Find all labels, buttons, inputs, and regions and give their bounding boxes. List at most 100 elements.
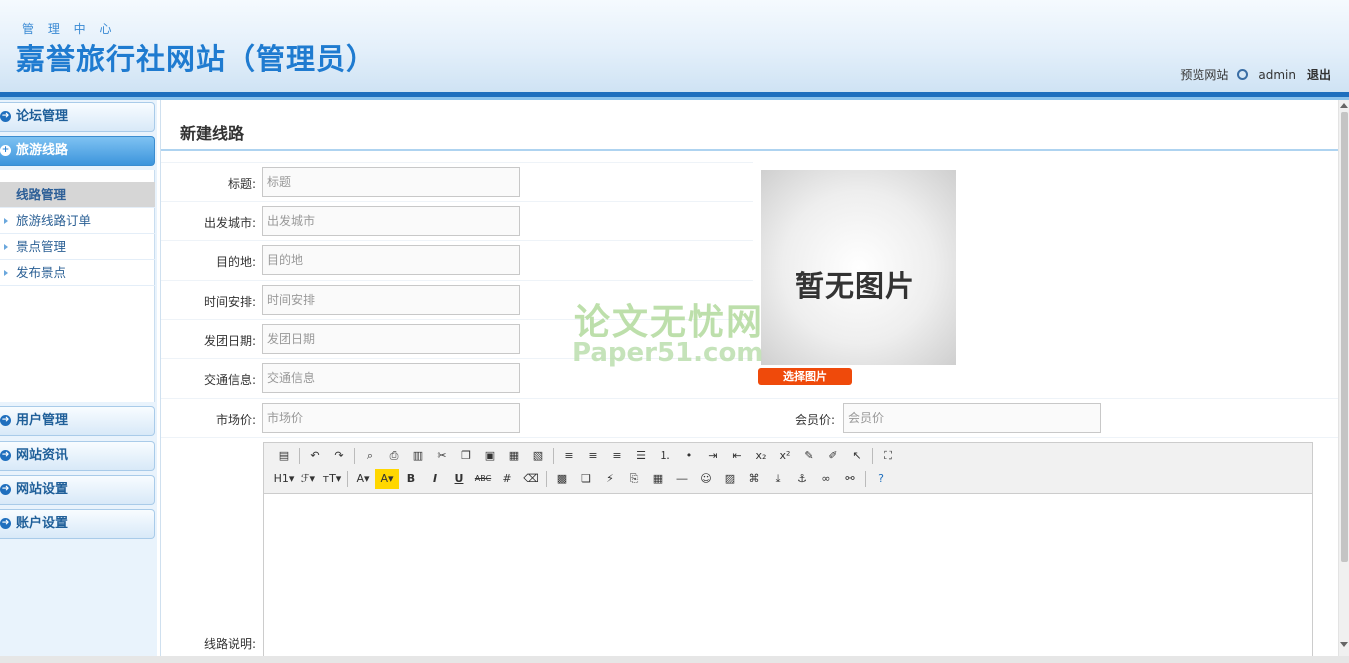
- sidebar-group-routes[interactable]: + 旅游线路: [0, 136, 155, 166]
- table-icon[interactable]: ▦: [646, 469, 670, 489]
- copy-icon[interactable]: ❐: [454, 446, 478, 466]
- sidebar-group-label: 网站设置: [16, 482, 69, 497]
- member-price-input[interactable]: 会员价: [843, 403, 1101, 433]
- sidebar-item-label: 发布景点: [16, 265, 67, 280]
- bullet-icon: [4, 218, 8, 224]
- anchor-icon[interactable]: ⚓: [790, 469, 814, 489]
- clear-format-icon[interactable]: ✎: [797, 446, 821, 466]
- underline-icon[interactable]: U: [447, 469, 471, 489]
- flash-icon[interactable]: ⚡: [598, 469, 622, 489]
- choose-image-button[interactable]: 选择图片: [758, 368, 852, 385]
- sidebar-group-label: 论坛管理: [16, 109, 69, 124]
- toolbar-separator: [299, 448, 300, 464]
- indent-icon[interactable]: ⇥: [701, 446, 725, 466]
- arrow-circle-icon: ➜: [0, 518, 11, 529]
- bold-icon[interactable]: B: [399, 469, 423, 489]
- watermark-url: Paper51.com: [572, 338, 764, 368]
- title-input[interactable]: 标题: [262, 167, 520, 197]
- username: admin: [1258, 67, 1296, 82]
- departure-date-input[interactable]: 发团日期: [262, 324, 520, 354]
- font-size-icon[interactable]: тT▾: [320, 469, 344, 489]
- arrow-circle-icon: ➜: [0, 415, 11, 426]
- sidebar-group-users[interactable]: ➜ 用户管理: [0, 406, 155, 436]
- sidebar-item-label: 旅游线路订单: [16, 213, 92, 228]
- code-icon[interactable]: ⌘: [742, 469, 766, 489]
- departure-city-label: 出发城市:: [203, 216, 256, 230]
- sidebar-item-route-orders[interactable]: 旅游线路订单: [0, 208, 155, 234]
- vertical-scrollbar[interactable]: [1338, 100, 1349, 663]
- no-image-text: 暂无图片: [795, 269, 916, 303]
- unordered-list-icon[interactable]: •: [677, 446, 701, 466]
- destination-input[interactable]: 目的地: [262, 245, 520, 275]
- outdent-icon[interactable]: ⇤: [725, 446, 749, 466]
- sidebar-item-route-management[interactable]: 线路管理: [0, 182, 155, 208]
- subscript-icon[interactable]: x₂: [749, 446, 773, 466]
- transport-input[interactable]: 交通信息: [262, 363, 520, 393]
- sidebar-item-attractions[interactable]: 景点管理: [0, 234, 155, 260]
- print-icon[interactable]: ⎙: [382, 446, 406, 466]
- select-all-icon[interactable]: ✐: [821, 446, 845, 466]
- template-icon[interactable]: ▥: [406, 446, 430, 466]
- superscript-icon[interactable]: x²: [773, 446, 797, 466]
- preview-icon[interactable]: ⌕: [358, 446, 382, 466]
- horizontal-scrollbar[interactable]: [0, 656, 1349, 663]
- font-color-icon[interactable]: A▾: [351, 469, 375, 489]
- toolbar-separator: [553, 448, 554, 464]
- select-icon[interactable]: ↖: [845, 446, 869, 466]
- sidebar-item-publish-attraction[interactable]: 发布景点: [0, 260, 155, 286]
- departure-date-label: 发团日期:: [203, 334, 256, 348]
- unlink-icon[interactable]: ⚯: [838, 469, 862, 489]
- emoticon-icon[interactable]: ☺: [694, 469, 718, 489]
- header: 管 理 中 心 嘉誉旅行社网站（管理员） 预览网站 admin 退出: [0, 0, 1349, 92]
- sidebar-item-label: 线路管理: [16, 187, 67, 202]
- align-center-icon[interactable]: ≡: [581, 446, 605, 466]
- departure-city-input[interactable]: 出发城市: [262, 206, 520, 236]
- market-price-input[interactable]: 市场价: [262, 403, 520, 433]
- image-icon[interactable]: ▩: [550, 469, 574, 489]
- line-height-icon[interactable]: #: [495, 469, 519, 489]
- paste-icon[interactable]: ▣: [478, 446, 502, 466]
- row-divider: [161, 201, 753, 202]
- scroll-down-icon[interactable]: [1340, 642, 1348, 647]
- ordered-list-icon[interactable]: ⒈: [653, 446, 677, 466]
- sidebar-group-forum[interactable]: ➜ 论坛管理: [0, 102, 155, 132]
- paste-text-icon[interactable]: ▦: [502, 446, 526, 466]
- multi-image-icon[interactable]: ❏: [574, 469, 598, 489]
- sidebar-group-account[interactable]: ➜ 账户设置: [0, 509, 155, 539]
- sidebar-group-news[interactable]: ➜ 网站资讯: [0, 441, 155, 471]
- source-icon[interactable]: ▤: [272, 446, 296, 466]
- eraser-icon[interactable]: ⌫: [519, 469, 543, 489]
- hr-icon[interactable]: ―: [670, 469, 694, 489]
- page-break-icon[interactable]: ⤓: [766, 469, 790, 489]
- scroll-thumb[interactable]: [1341, 112, 1348, 562]
- sidebar-group-site-settings[interactable]: ➜ 网站设置: [0, 475, 155, 505]
- attachment-icon[interactable]: ⎘: [622, 469, 646, 489]
- sidebar-group-label: 网站资讯: [16, 448, 69, 463]
- heading-icon[interactable]: H1▾: [272, 469, 296, 489]
- link-icon[interactable]: ∞: [814, 469, 838, 489]
- redo-icon[interactable]: ↷: [327, 446, 351, 466]
- scroll-up-icon[interactable]: [1340, 103, 1348, 108]
- map-icon[interactable]: ▨: [718, 469, 742, 489]
- schedule-input[interactable]: 时间安排: [262, 285, 520, 315]
- fullscreen-icon[interactable]: ⛶: [876, 446, 900, 466]
- rich-text-editor[interactable]: ▤ ↶ ↷ ⌕ ⎙ ▥ ✂ ❐ ▣ ▦ ▧ ≡ ≡ ≡ ☰ ⒈ • ⇥ ⇤ x₂…: [263, 442, 1313, 663]
- help-icon[interactable]: ?: [869, 469, 893, 489]
- bullet-icon: [4, 244, 8, 250]
- page-title: 新建线路: [180, 124, 245, 143]
- strikethrough-icon[interactable]: ABC: [471, 469, 495, 489]
- cut-icon[interactable]: ✂: [430, 446, 454, 466]
- undo-icon[interactable]: ↶: [303, 446, 327, 466]
- arrow-circle-icon: ➜: [0, 450, 11, 461]
- font-family-icon[interactable]: ℱ▾: [296, 469, 320, 489]
- market-price-label: 市场价:: [215, 413, 256, 427]
- italic-icon[interactable]: I: [423, 469, 447, 489]
- justify-icon[interactable]: ☰: [629, 446, 653, 466]
- paste-word-icon[interactable]: ▧: [526, 446, 550, 466]
- highlight-color-icon[interactable]: A▾: [375, 469, 399, 489]
- logout-link[interactable]: 退出: [1307, 66, 1331, 83]
- align-right-icon[interactable]: ≡: [605, 446, 629, 466]
- preview-site-link[interactable]: 预览网站: [1180, 66, 1228, 83]
- arrow-circle-icon: ➜: [0, 111, 11, 122]
- align-left-icon[interactable]: ≡: [557, 446, 581, 466]
